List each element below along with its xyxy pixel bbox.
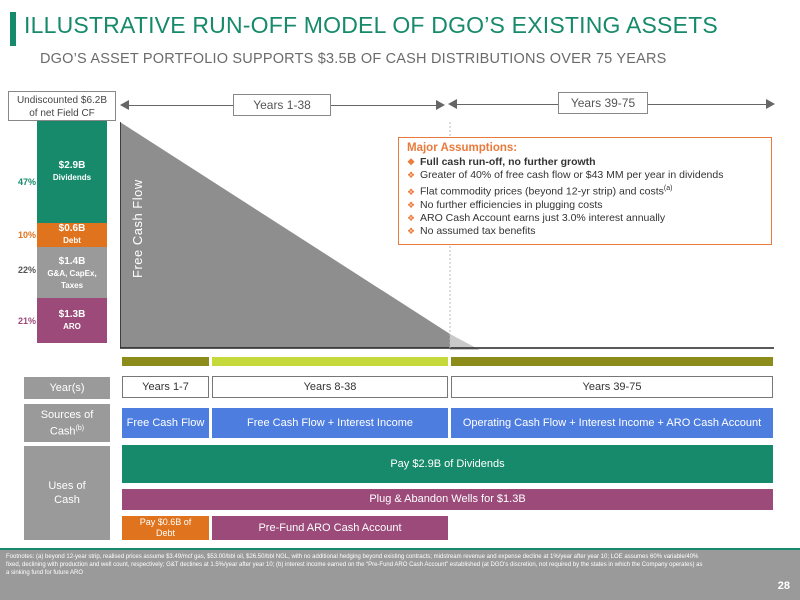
stack-pct-ga: 22% [17, 265, 36, 275]
chart-y-label: Free Cash Flow [130, 179, 145, 278]
uses-prefund-aro-bar: Pre-Fund ARO Cash Account [212, 516, 448, 540]
period-header-early: Years 1-38 [233, 94, 331, 116]
uses-dividends-bar: Pay $2.9B of Dividends [122, 445, 773, 483]
page-title: ILLUSTRATIVE RUN-OFF MODEL OF DGO’S EXIS… [24, 12, 718, 38]
stack-segment-ga: $1.4B G&A, CapEx, Taxes [37, 254, 107, 294]
timebar-years-39-75 [451, 357, 773, 366]
sources-cell-2: Free Cash Flow + Interest Income [212, 408, 448, 438]
diamond-bullet-icon: ❖ [407, 157, 416, 167]
undiscounted-line-1: Undiscounted $6.2B [16, 95, 108, 106]
stack-pct-debt: 10% [17, 230, 36, 240]
sources-cell-3: Operating Cash Flow + Interest Income + … [451, 408, 773, 438]
assumption-item: ❖ No assumed tax benefits [407, 224, 536, 237]
assumption-item: ❖ Greater of 40% of free cash flow or $43… [407, 169, 724, 181]
arrow-right-icon [766, 99, 775, 109]
assumption-item: ❖ Flat commodity prices (beyond 12-yr str… [407, 185, 673, 198]
uses-debt-line-1: Pay $0.6B of [139, 517, 192, 527]
diamond-bullet-icon: ❖ [407, 170, 416, 180]
stack-value: $1.3B [58, 308, 86, 320]
major-assumptions-box: Major Assumptions: ❖ Full cash run-off, n… [398, 137, 772, 245]
page-number: 28 [777, 580, 790, 592]
diamond-bullet-icon: ❖ [407, 186, 416, 197]
stack-label: Dividends [52, 173, 92, 182]
assumptions-heading: Major Assumptions: [407, 142, 518, 154]
row-label-sources: Sources of Cash(b) [24, 404, 110, 442]
years-cell-3: Years 39-75 [451, 376, 773, 398]
assumption-item: ❖ No further efficiencies in plugging cos… [407, 198, 603, 211]
years-cell-2: Years 8-38 [212, 376, 448, 398]
sources-cell-1: Free Cash Flow [122, 408, 209, 438]
stack-value: $1.4B [58, 256, 86, 267]
undiscounted-line-2: of net Field CF [29, 108, 95, 119]
stack-label: ARO [63, 321, 81, 331]
years-cell-1: Years 1-7 [122, 376, 209, 398]
footnote-text: Footnotes: (a) beyond 12-year strip, rea… [6, 554, 703, 576]
stack-segment-dividends: $2.9B Dividends [37, 121, 107, 223]
stack-value: $0.6B [58, 223, 86, 234]
page-subtitle: DGO’S ASSET PORTFOLIO SUPPORTS $3.5B OF … [40, 51, 667, 67]
stack-label: G&A, CapEx, Taxes [47, 269, 97, 290]
period-header-late: Years 39-75 [558, 92, 648, 114]
title-accent-bar [10, 12, 16, 46]
assumption-item: ❖ ARO Cash Account earns just 3.0% intere… [407, 211, 666, 224]
stack-pct-dividends: 47% [17, 177, 36, 187]
timebar-years-1-7 [122, 357, 209, 366]
stack-pct-aro: 21% [17, 316, 36, 326]
diamond-bullet-icon: ❖ [407, 212, 416, 223]
row-label-uses: Uses of Cash [24, 446, 110, 540]
uses-debt-bar: Pay $0.6B of Debt [122, 516, 209, 540]
diamond-bullet-icon: ❖ [407, 225, 416, 236]
row-label-years: Year(s) [24, 377, 110, 399]
stack-label: Debt [63, 236, 81, 245]
assumption-item: ❖ Full cash run-off, no further growth [407, 156, 596, 168]
undiscounted-cf-box: Undiscounted $6.2B of net Field CF [8, 91, 116, 121]
stack-value: $2.9B [58, 160, 86, 171]
arrow-right-icon [436, 100, 445, 110]
stack-segment-aro: $1.3B ARO [37, 298, 107, 343]
uses-plug-abandon-bar: Plug & Abandon Wells for $1.3B [122, 489, 773, 510]
timebar-years-8-38 [212, 357, 448, 366]
uses-debt-line-2: Debt [155, 528, 175, 538]
diamond-bullet-icon: ❖ [407, 199, 416, 210]
stack-segment-debt: $0.6B Debt [37, 223, 107, 247]
